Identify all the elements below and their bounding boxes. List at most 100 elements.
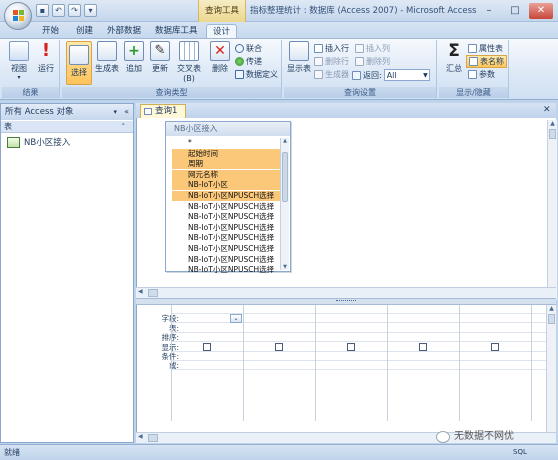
grid-hscroll-thumb[interactable] <box>148 434 158 442</box>
tab-query1[interactable]: 查询1 <box>140 104 186 118</box>
upper-hscroll[interactable]: ◀ <box>136 287 556 298</box>
delete-cols-icon <box>355 57 364 66</box>
field-list-item[interactable]: NB-IoT小区NPUSCH选择 <box>172 265 282 275</box>
tab-external-data[interactable]: 外部数据 <box>101 24 147 38</box>
nav-group-tables[interactable]: 表 ˄ <box>1 121 133 133</box>
make-table-icon <box>97 41 117 61</box>
close-button[interactable]: ✕ <box>529 3 553 19</box>
upper-vscroll[interactable]: ▲ <box>547 120 557 300</box>
show-checkbox[interactable] <box>203 343 211 351</box>
nav-collapse-icon[interactable]: « <box>124 104 129 120</box>
view-switcher[interactable]: SQL <box>513 445 527 460</box>
field-list-item[interactable]: NB-IoT小区NPUSCH选择 <box>172 244 282 254</box>
navigation-pane: 所有 Access 对象 ▾ « 表 ˄ NB小区接入 <box>0 103 134 443</box>
show-checkbox[interactable] <box>491 343 499 351</box>
scroll-up-icon[interactable]: ▲ <box>548 120 557 127</box>
upper-vscroll-thumb[interactable] <box>549 129 556 139</box>
tab-design[interactable]: 设计 <box>206 24 238 39</box>
grid-column-separator[interactable] <box>243 305 244 421</box>
delete-query-button[interactable]: ✕ 删除 <box>207 41 233 74</box>
field-list-item[interactable]: 网元名称 <box>172 169 282 180</box>
customize-qat-icon[interactable]: ▾ <box>84 4 97 17</box>
tab-database-tools[interactable]: 数据库工具 <box>149 24 204 38</box>
table-names-button[interactable]: 表名称 <box>466 55 507 68</box>
parameters-button[interactable]: 参数 <box>468 69 495 80</box>
grid-column-separator[interactable] <box>459 305 460 421</box>
field-list-item[interactable]: NB-IoT小区NPUSCH选择 <box>172 223 282 233</box>
scroll-down-icon[interactable]: ▼ <box>281 264 289 270</box>
return-select[interactable]: All ▼ <box>383 69 430 81</box>
builder-button[interactable]: 生成器 <box>314 69 349 80</box>
scroll-up-icon[interactable]: ▲ <box>281 138 289 144</box>
passthrough-button[interactable]: 传递 <box>235 56 262 67</box>
field-list-title[interactable]: NB小区接入 <box>166 122 290 136</box>
nav-pane-header[interactable]: 所有 Access 对象 ▾ « <box>1 104 133 120</box>
append-icon: + <box>124 41 144 61</box>
property-sheet-button[interactable]: 属性表 <box>468 43 503 54</box>
grid-column-separator[interactable] <box>315 305 316 421</box>
delete-rows-button[interactable]: 删除行 <box>314 56 349 67</box>
field-list-item[interactable]: NB-IoT小区NPUSCH选择 <box>172 233 282 243</box>
builder-icon <box>314 70 323 79</box>
maximize-button[interactable]: □ <box>503 3 527 19</box>
splitter-grip-icon <box>336 300 356 303</box>
redo-icon[interactable]: ↷ <box>68 4 81 17</box>
field-list-item[interactable]: NB-IoT小区NPUSCH选择 <box>172 202 282 212</box>
field-list-item[interactable]: NB-IoT小区NPUSCH选择 <box>172 191 282 201</box>
append-button[interactable]: + 追加 <box>121 41 147 74</box>
group-query-type-label: 查询类型 <box>62 87 281 98</box>
field-list-item[interactable]: 起始时间 <box>172 148 282 159</box>
tab-create[interactable]: 创建 <box>70 24 99 38</box>
grid-vscroll[interactable]: ▲ <box>546 305 556 432</box>
minimize-button[interactable]: – <box>477 3 501 19</box>
data-definition-button[interactable]: 数据定义 <box>235 69 278 80</box>
run-label: 运行 <box>38 64 54 73</box>
make-table-button[interactable]: 生成表 <box>94 41 120 74</box>
tab-home[interactable]: 开始 <box>36 24 65 38</box>
show-checkbox[interactable] <box>347 343 355 351</box>
run-icon: ! <box>41 40 51 61</box>
union-button[interactable]: 联合 <box>235 43 262 54</box>
field-list-scroll-thumb[interactable] <box>282 152 288 202</box>
field-dropdown-button[interactable]: ⌄ <box>230 314 242 323</box>
field-list-item[interactable]: 周期 <box>172 159 282 170</box>
view-label: 视图 <box>11 64 27 73</box>
totals-button[interactable]: Σ 汇总 <box>441 41 467 74</box>
grid-vscroll-thumb[interactable] <box>548 314 555 324</box>
select-query-button[interactable]: 选择 <box>66 41 92 85</box>
save-icon[interactable]: ▪ <box>36 4 49 17</box>
close-document-icon[interactable]: ✕ <box>543 105 551 115</box>
nav-item-table[interactable]: NB小区接入 <box>7 136 70 148</box>
totals-label: 汇总 <box>446 64 462 73</box>
scroll-left-icon[interactable]: ◀ <box>138 433 143 440</box>
insert-cols-button[interactable]: 插入列 <box>355 43 390 54</box>
upper-hscroll-thumb[interactable] <box>148 289 158 297</box>
undo-icon[interactable]: ↶ <box>52 4 65 17</box>
show-checkbox[interactable] <box>419 343 427 351</box>
show-checkbox[interactable] <box>275 343 283 351</box>
office-button[interactable] <box>4 2 32 30</box>
show-table-button[interactable]: 显示表 <box>286 41 312 74</box>
field-list-item[interactable]: NB-IoT小区NPUSCH选择 <box>172 212 282 222</box>
delete-cols-button[interactable]: 删除列 <box>355 56 390 67</box>
field-list-table[interactable]: NB小区接入 * 起始时间 周期 网元名称 NB-IoT小区 NB-IoT小区NPUSCH… <box>165 121 291 275</box>
grid-column-separator[interactable] <box>387 305 388 421</box>
grid-row-line <box>171 322 547 324</box>
grid-column-separator[interactable] <box>171 305 172 421</box>
view-button[interactable]: 视图 ▾ <box>6 41 32 81</box>
pane-splitter[interactable] <box>136 298 556 305</box>
nav-menu-icon[interactable]: ▾ <box>113 104 117 120</box>
scroll-left-icon[interactable]: ◀ <box>138 288 143 295</box>
crosstab-icon <box>179 41 199 61</box>
append-label: 追加 <box>126 64 142 73</box>
field-list-item[interactable]: * <box>172 138 282 148</box>
field-list-item[interactable]: NB-IoT小区 <box>172 180 282 191</box>
crosstab-button[interactable]: 交叉表(B) <box>173 41 205 83</box>
scroll-up-icon[interactable]: ▲ <box>547 305 556 312</box>
run-button[interactable]: ! 运行 <box>33 41 59 74</box>
insert-rows-button[interactable]: 插入行 <box>314 43 349 54</box>
grid-column-separator[interactable] <box>531 305 532 421</box>
field-list-item[interactable]: NB-IoT小区NPUSCH选择 <box>172 255 282 265</box>
chevron-up-icon: ˄ <box>121 123 126 131</box>
update-button[interactable]: ✎ 更新 <box>147 41 173 74</box>
